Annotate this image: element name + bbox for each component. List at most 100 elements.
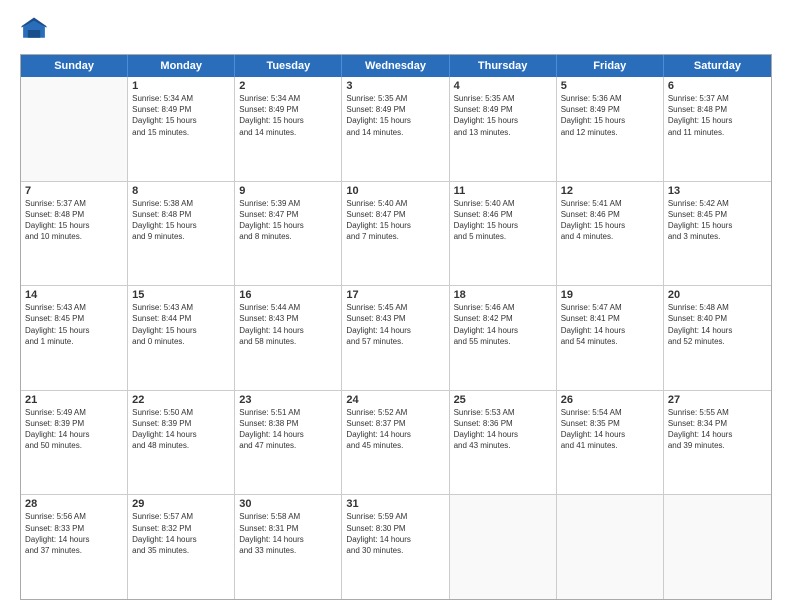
day-number: 26	[561, 394, 659, 406]
day-number: 14	[25, 289, 123, 301]
day-content: Sunrise: 5:39 AM Sunset: 8:47 PM Dayligh…	[239, 198, 337, 243]
day-content: Sunrise: 5:55 AM Sunset: 8:34 PM Dayligh…	[668, 407, 767, 452]
header-day-saturday: Saturday	[664, 55, 771, 77]
day-content: Sunrise: 5:37 AM Sunset: 8:48 PM Dayligh…	[25, 198, 123, 243]
day-number: 3	[346, 80, 444, 92]
day-number: 30	[239, 498, 337, 510]
day-cell-27: 27Sunrise: 5:55 AM Sunset: 8:34 PM Dayli…	[664, 391, 771, 495]
day-content: Sunrise: 5:43 AM Sunset: 8:45 PM Dayligh…	[25, 302, 123, 347]
day-content: Sunrise: 5:43 AM Sunset: 8:44 PM Dayligh…	[132, 302, 230, 347]
day-content: Sunrise: 5:35 AM Sunset: 8:49 PM Dayligh…	[454, 93, 552, 138]
day-number: 27	[668, 394, 767, 406]
day-number: 9	[239, 185, 337, 197]
day-cell-20: 20Sunrise: 5:48 AM Sunset: 8:40 PM Dayli…	[664, 286, 771, 390]
calendar-header: SundayMondayTuesdayWednesdayThursdayFrid…	[21, 55, 771, 77]
logo-icon	[20, 16, 48, 44]
day-cell-22: 22Sunrise: 5:50 AM Sunset: 8:39 PM Dayli…	[128, 391, 235, 495]
day-content: Sunrise: 5:54 AM Sunset: 8:35 PM Dayligh…	[561, 407, 659, 452]
day-cell-9: 9Sunrise: 5:39 AM Sunset: 8:47 PM Daylig…	[235, 182, 342, 286]
page: SundayMondayTuesdayWednesdayThursdayFrid…	[0, 0, 792, 612]
day-content: Sunrise: 5:44 AM Sunset: 8:43 PM Dayligh…	[239, 302, 337, 347]
calendar-row-2: 7Sunrise: 5:37 AM Sunset: 8:48 PM Daylig…	[21, 182, 771, 287]
calendar-row-3: 14Sunrise: 5:43 AM Sunset: 8:45 PM Dayli…	[21, 286, 771, 391]
header-day-friday: Friday	[557, 55, 664, 77]
header-day-tuesday: Tuesday	[235, 55, 342, 77]
logo	[20, 16, 52, 44]
day-number: 20	[668, 289, 767, 301]
header-day-monday: Monday	[128, 55, 235, 77]
day-number: 19	[561, 289, 659, 301]
day-content: Sunrise: 5:36 AM Sunset: 8:49 PM Dayligh…	[561, 93, 659, 138]
calendar-row-5: 28Sunrise: 5:56 AM Sunset: 8:33 PM Dayli…	[21, 495, 771, 599]
day-cell-14: 14Sunrise: 5:43 AM Sunset: 8:45 PM Dayli…	[21, 286, 128, 390]
day-number: 11	[454, 185, 552, 197]
day-content: Sunrise: 5:42 AM Sunset: 8:45 PM Dayligh…	[668, 198, 767, 243]
empty-cell-4-4	[450, 495, 557, 599]
day-cell-15: 15Sunrise: 5:43 AM Sunset: 8:44 PM Dayli…	[128, 286, 235, 390]
day-cell-8: 8Sunrise: 5:38 AM Sunset: 8:48 PM Daylig…	[128, 182, 235, 286]
day-cell-25: 25Sunrise: 5:53 AM Sunset: 8:36 PM Dayli…	[450, 391, 557, 495]
day-content: Sunrise: 5:53 AM Sunset: 8:36 PM Dayligh…	[454, 407, 552, 452]
empty-cell-4-6	[664, 495, 771, 599]
day-number: 1	[132, 80, 230, 92]
day-content: Sunrise: 5:37 AM Sunset: 8:48 PM Dayligh…	[668, 93, 767, 138]
day-content: Sunrise: 5:40 AM Sunset: 8:47 PM Dayligh…	[346, 198, 444, 243]
day-content: Sunrise: 5:46 AM Sunset: 8:42 PM Dayligh…	[454, 302, 552, 347]
day-number: 6	[668, 80, 767, 92]
day-cell-31: 31Sunrise: 5:59 AM Sunset: 8:30 PM Dayli…	[342, 495, 449, 599]
day-content: Sunrise: 5:51 AM Sunset: 8:38 PM Dayligh…	[239, 407, 337, 452]
day-cell-2: 2Sunrise: 5:34 AM Sunset: 8:49 PM Daylig…	[235, 77, 342, 181]
day-number: 13	[668, 185, 767, 197]
day-cell-26: 26Sunrise: 5:54 AM Sunset: 8:35 PM Dayli…	[557, 391, 664, 495]
day-content: Sunrise: 5:58 AM Sunset: 8:31 PM Dayligh…	[239, 511, 337, 556]
day-content: Sunrise: 5:48 AM Sunset: 8:40 PM Dayligh…	[668, 302, 767, 347]
day-content: Sunrise: 5:52 AM Sunset: 8:37 PM Dayligh…	[346, 407, 444, 452]
day-cell-5: 5Sunrise: 5:36 AM Sunset: 8:49 PM Daylig…	[557, 77, 664, 181]
day-content: Sunrise: 5:40 AM Sunset: 8:46 PM Dayligh…	[454, 198, 552, 243]
day-number: 21	[25, 394, 123, 406]
day-cell-29: 29Sunrise: 5:57 AM Sunset: 8:32 PM Dayli…	[128, 495, 235, 599]
day-content: Sunrise: 5:50 AM Sunset: 8:39 PM Dayligh…	[132, 407, 230, 452]
empty-cell-0-0	[21, 77, 128, 181]
header-day-wednesday: Wednesday	[342, 55, 449, 77]
day-cell-10: 10Sunrise: 5:40 AM Sunset: 8:47 PM Dayli…	[342, 182, 449, 286]
day-cell-21: 21Sunrise: 5:49 AM Sunset: 8:39 PM Dayli…	[21, 391, 128, 495]
day-number: 17	[346, 289, 444, 301]
day-number: 18	[454, 289, 552, 301]
day-number: 25	[454, 394, 552, 406]
day-number: 7	[25, 185, 123, 197]
day-cell-13: 13Sunrise: 5:42 AM Sunset: 8:45 PM Dayli…	[664, 182, 771, 286]
day-number: 16	[239, 289, 337, 301]
day-number: 22	[132, 394, 230, 406]
day-content: Sunrise: 5:34 AM Sunset: 8:49 PM Dayligh…	[239, 93, 337, 138]
day-number: 23	[239, 394, 337, 406]
day-cell-24: 24Sunrise: 5:52 AM Sunset: 8:37 PM Dayli…	[342, 391, 449, 495]
day-cell-19: 19Sunrise: 5:47 AM Sunset: 8:41 PM Dayli…	[557, 286, 664, 390]
day-content: Sunrise: 5:57 AM Sunset: 8:32 PM Dayligh…	[132, 511, 230, 556]
day-number: 10	[346, 185, 444, 197]
day-cell-28: 28Sunrise: 5:56 AM Sunset: 8:33 PM Dayli…	[21, 495, 128, 599]
day-content: Sunrise: 5:49 AM Sunset: 8:39 PM Dayligh…	[25, 407, 123, 452]
calendar: SundayMondayTuesdayWednesdayThursdayFrid…	[20, 54, 772, 600]
day-content: Sunrise: 5:35 AM Sunset: 8:49 PM Dayligh…	[346, 93, 444, 138]
day-content: Sunrise: 5:47 AM Sunset: 8:41 PM Dayligh…	[561, 302, 659, 347]
day-number: 24	[346, 394, 444, 406]
day-number: 15	[132, 289, 230, 301]
day-content: Sunrise: 5:59 AM Sunset: 8:30 PM Dayligh…	[346, 511, 444, 556]
day-number: 2	[239, 80, 337, 92]
day-cell-17: 17Sunrise: 5:45 AM Sunset: 8:43 PM Dayli…	[342, 286, 449, 390]
day-cell-7: 7Sunrise: 5:37 AM Sunset: 8:48 PM Daylig…	[21, 182, 128, 286]
day-cell-23: 23Sunrise: 5:51 AM Sunset: 8:38 PM Dayli…	[235, 391, 342, 495]
day-cell-1: 1Sunrise: 5:34 AM Sunset: 8:49 PM Daylig…	[128, 77, 235, 181]
day-content: Sunrise: 5:41 AM Sunset: 8:46 PM Dayligh…	[561, 198, 659, 243]
day-cell-6: 6Sunrise: 5:37 AM Sunset: 8:48 PM Daylig…	[664, 77, 771, 181]
header	[20, 16, 772, 44]
header-day-thursday: Thursday	[450, 55, 557, 77]
day-number: 12	[561, 185, 659, 197]
day-number: 28	[25, 498, 123, 510]
empty-cell-4-5	[557, 495, 664, 599]
day-number: 31	[346, 498, 444, 510]
day-number: 4	[454, 80, 552, 92]
day-number: 8	[132, 185, 230, 197]
day-cell-16: 16Sunrise: 5:44 AM Sunset: 8:43 PM Dayli…	[235, 286, 342, 390]
